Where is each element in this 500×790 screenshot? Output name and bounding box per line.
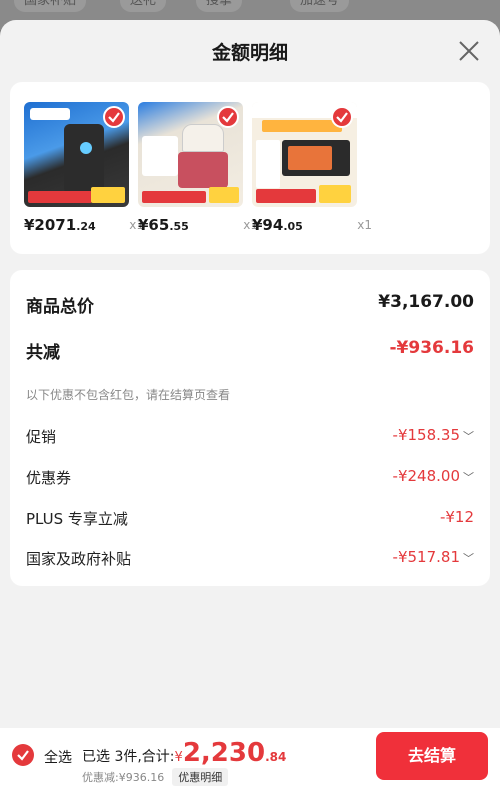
product-selected-check-icon[interactable]: [217, 106, 239, 128]
checkout-bar: 全选 已选 3件,合计:¥2,230.84 优惠减:¥936.16 优惠明细 去结…: [0, 728, 500, 790]
price-detail-card: 商品总价 ¥3,167.00 共减 -¥936.16 以下优惠不包含红包，请在结…: [10, 270, 490, 586]
discount-detail-button[interactable]: 优惠明细: [172, 768, 229, 786]
checkout-button[interactable]: 去结算: [376, 732, 488, 780]
total-reduction-value: -¥936.16: [389, 338, 475, 358]
total-price-value: ¥3,167.00: [378, 292, 474, 312]
product-price: ¥2071.24: [24, 216, 96, 234]
plus-discount-label: PLUS 专享立减: [26, 510, 128, 528]
select-all-check-icon[interactable]: [12, 744, 34, 766]
sheet-title: 金额明细: [211, 42, 288, 64]
promotion-label: 促销: [26, 428, 57, 446]
select-all-label[interactable]: 全选: [44, 747, 72, 767]
chevron-down-icon: ﹀: [463, 430, 474, 443]
chopper-product-image[interactable]: [138, 102, 243, 207]
bg-tab: 送礼: [120, 0, 167, 12]
currency-symbol: ¥: [174, 750, 183, 765]
total-price-label: 商品总价: [26, 297, 94, 317]
product-item[interactable]: ¥2071.24 x1: [24, 102, 144, 234]
bg-tab: 搜拿: [196, 0, 243, 12]
coupon-label: 优惠券: [26, 469, 72, 487]
discount-note: 以下优惠不包含红包，请在结算页查看: [26, 388, 231, 402]
selected-count-text: 已选 3件,合计:: [82, 749, 175, 765]
product-item[interactable]: ¥94.05 x1: [252, 102, 372, 234]
total-amount-decimal: .84: [265, 750, 287, 764]
amount-detail-sheet: 金额明细 ¥2071.24 x1 ¥65.55 x1 ¥94.05 x1 商品总…: [0, 20, 500, 790]
oven-product-image[interactable]: [252, 102, 357, 207]
discount-amount-text: 优惠减:¥936.16: [82, 771, 165, 784]
order-summary: 已选 3件,合计:¥2,230.84: [82, 738, 286, 768]
coupon-value[interactable]: -¥248.00 ﹀: [393, 467, 474, 485]
product-selected-check-icon[interactable]: [331, 106, 353, 128]
subsidy-value[interactable]: -¥517.81 ﹀: [393, 548, 474, 566]
product-selected-check-icon[interactable]: [103, 106, 125, 128]
bg-tab: 加速号: [290, 0, 350, 12]
plus-discount-value: -¥12: [439, 508, 474, 526]
close-icon[interactable]: [456, 38, 482, 64]
total-amount: 2,230: [182, 738, 266, 768]
total-reduction-label: 共减: [26, 343, 60, 363]
discount-summary: 优惠减:¥936.16 优惠明细: [82, 768, 229, 786]
product-price: ¥94.05: [252, 216, 303, 234]
product-item[interactable]: ¥65.55 x1: [138, 102, 258, 234]
product-quantity: x1: [357, 218, 372, 232]
product-list-card: ¥2071.24 x1 ¥65.55 x1 ¥94.05 x1: [10, 82, 490, 254]
promotion-value[interactable]: -¥158.35 ﹀: [393, 426, 474, 444]
subsidy-label: 国家及政府补贴: [26, 550, 132, 568]
chevron-down-icon: ﹀: [463, 471, 474, 484]
bg-tab: 国家补贴: [14, 0, 87, 12]
chevron-down-icon: ﹀: [463, 552, 474, 565]
juicer-product-image[interactable]: [24, 102, 129, 207]
product-price: ¥65.55: [138, 216, 189, 234]
